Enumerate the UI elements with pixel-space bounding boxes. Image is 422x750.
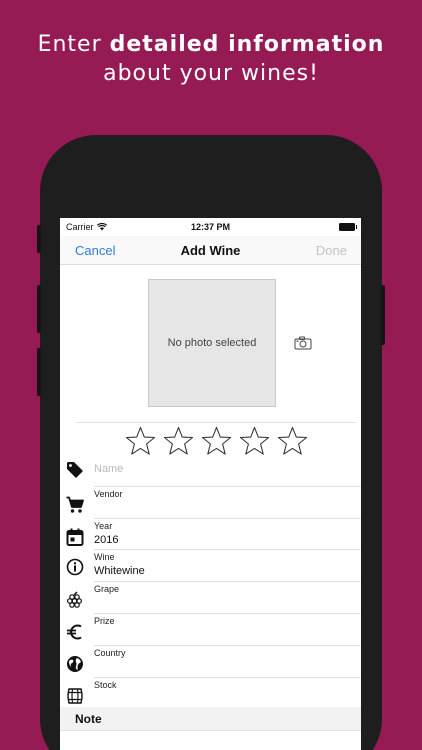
phone-screen: Carrier 12:37 PM Cancel Add Wine Done No… (60, 218, 361, 750)
wine-form: Name Vendor Year 2016 Wine Whitewine Gra… (60, 455, 361, 710)
phone-side-button-right (381, 285, 385, 345)
name-field[interactable]: Name (60, 455, 361, 487)
photo-placeholder-text: No photo selected (167, 337, 257, 349)
camera-icon[interactable] (294, 336, 312, 350)
grape-field[interactable]: Grape (60, 582, 361, 614)
phone-side-button-left-top (37, 225, 41, 253)
calendar-icon (66, 528, 84, 546)
headline-line-2: about your wines! (103, 61, 319, 86)
stock-label: Stock (94, 679, 117, 690)
year-label: Year (94, 520, 113, 531)
year-value: 2016 (94, 533, 119, 546)
country-field[interactable]: Country (60, 646, 361, 678)
tag-icon (67, 462, 83, 478)
info-icon (66, 559, 84, 576)
status-time: 12:37 PM (190, 222, 231, 232)
note-section-header: Note (60, 707, 361, 731)
cart-icon (66, 496, 84, 513)
star-icon[interactable] (125, 426, 156, 456)
star-icon[interactable] (201, 426, 232, 456)
photo-placeholder[interactable]: No photo selected (148, 279, 276, 407)
euro-icon (67, 624, 82, 640)
globe-icon (67, 655, 83, 672)
prize-field[interactable]: Prize (60, 614, 361, 646)
headline-line-1: Enter detailed information (0, 30, 422, 59)
country-label: Country (94, 647, 126, 658)
done-button[interactable]: Done (316, 243, 347, 258)
name-placeholder: Name (94, 463, 124, 475)
stock-field[interactable]: Stock (60, 678, 361, 710)
star-icon[interactable] (239, 426, 270, 456)
grape-label: Grape (94, 584, 120, 595)
phone-side-button-left-bottom (37, 348, 41, 396)
prize-label: Prize (94, 615, 115, 626)
phone-side-button-left-middle (37, 285, 41, 333)
star-icon[interactable] (277, 426, 308, 456)
promo-headline: Enter detailed information about your wi… (0, 30, 422, 88)
wine-label: Wine (94, 552, 115, 563)
rating-stars (76, 422, 356, 456)
wine-field[interactable]: Wine Whitewine (60, 550, 361, 582)
vendor-field[interactable]: Vendor (60, 487, 361, 519)
grape-icon (66, 591, 83, 608)
status-bar: Carrier 12:37 PM (60, 218, 361, 236)
barrel-icon (67, 687, 83, 704)
headline-prefix: Enter (37, 32, 110, 57)
headline-bold: detailed information (109, 32, 385, 57)
vendor-label: Vendor (94, 488, 123, 499)
star-icon[interactable] (163, 426, 194, 456)
battery-icon (339, 223, 357, 231)
note-label: Note (75, 712, 102, 726)
wine-value: Whitewine (94, 565, 145, 578)
year-field[interactable]: Year 2016 (60, 519, 361, 551)
navigation-bar: Cancel Add Wine Done (60, 236, 361, 265)
